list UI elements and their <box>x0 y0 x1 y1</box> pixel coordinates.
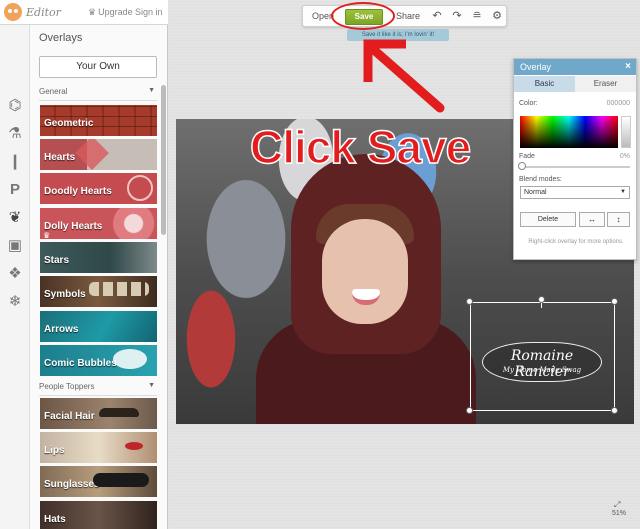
logo[interactable]: Editor <box>4 3 61 21</box>
zoom-icon[interactable]: ⤢ <box>614 500 620 510</box>
tab-basic[interactable]: Basic <box>514 76 575 92</box>
flask-icon[interactable]: ⚗ <box>6 125 24 143</box>
annotation-circle <box>331 2 395 30</box>
upgrade-label: Upgrade <box>98 7 133 17</box>
overlay-tile-hats[interactable]: Hats <box>40 501 157 529</box>
chevron-down-icon: ▼ <box>148 87 155 94</box>
fade-slider-handle[interactable] <box>518 162 526 170</box>
section-label: General <box>39 87 68 96</box>
fade-slider-track[interactable] <box>522 166 630 168</box>
tile-label: Doodly Hearts <box>44 186 112 197</box>
dialog-header[interactable]: Overlay × <box>514 59 636 75</box>
fade-value: 0% <box>619 153 630 160</box>
layers-icon[interactable]: ≘ <box>470 9 484 22</box>
color-label: Color: <box>519 100 538 107</box>
annotation-arrow-icon <box>363 39 445 113</box>
overlay-dialog: Overlay × Basic Eraser Color: 000000 Fad… <box>513 58 637 260</box>
tile-label: Geometric <box>44 118 94 129</box>
overlay-tile-stars[interactable]: Stars <box>40 242 157 273</box>
overlay-tile-hearts[interactable]: Hearts <box>40 139 157 170</box>
grayscale-picker[interactable] <box>621 116 631 148</box>
frame-icon[interactable]: ▣ <box>6 237 24 255</box>
blend-mode-select[interactable]: Normal ▼ <box>520 186 630 199</box>
dialog-title: Overlay <box>520 62 552 72</box>
tile-label: Arrows <box>44 324 79 335</box>
tile-label: Dolly Hearts <box>44 221 103 232</box>
brush-icon[interactable]: ❙ <box>6 153 24 171</box>
tile-label: Comic Bubbles <box>44 358 117 369</box>
snowflake-icon[interactable]: ❄ <box>6 293 24 311</box>
your-own-button[interactable]: Your Own <box>39 56 157 78</box>
chevron-down-icon: ▼ <box>148 382 155 389</box>
flip-horizontal-button[interactable]: ↔ <box>579 212 605 227</box>
flip-vertical-button[interactable]: ↕ <box>607 212 630 227</box>
resize-handle-bottom-right[interactable] <box>611 407 618 414</box>
section-general[interactable]: General ▼ <box>39 87 157 101</box>
overlay-tile-dolly-hearts[interactable]: Dolly Hearts ♛ <box>40 208 157 239</box>
color-picker[interactable] <box>520 116 618 148</box>
share-button[interactable]: Share <box>396 11 420 21</box>
close-icon[interactable]: × <box>625 61 631 72</box>
overlay-tile-lips[interactable]: Lips <box>40 432 157 463</box>
flow-icon[interactable]: ⌬ <box>6 97 24 115</box>
color-hex-input[interactable]: 000000 <box>607 100 630 107</box>
resize-handle-top-left[interactable] <box>466 298 473 305</box>
tile-label: Facial Hair <box>44 411 95 422</box>
tile-label: Lips <box>44 445 65 456</box>
rotate-handle[interactable] <box>538 296 545 303</box>
resize-handle-top-right[interactable] <box>611 298 618 305</box>
gear-icon[interactable]: ⚙ <box>490 9 504 22</box>
tool-rail: ⌬ ⚗ ❙ P ❦ ▣ ❖ ❄ <box>0 25 30 529</box>
delete-button[interactable]: Delete <box>520 212 576 227</box>
chevron-down-icon: ▼ <box>620 189 626 195</box>
section-people-toppers[interactable]: People Toppers ▼ <box>39 382 157 396</box>
resize-handle-bottom-left[interactable] <box>466 407 473 414</box>
overlay-tile-doodly-hearts[interactable]: Doodly Hearts <box>40 173 157 204</box>
panel-scrollbar[interactable] <box>161 85 166 235</box>
photo-subject-face <box>322 219 408 324</box>
tile-label: Hearts <box>44 152 76 163</box>
overlay-tile-comic-bubbles[interactable]: Comic Bubbles <box>40 345 157 376</box>
overlay-tile-sunglasses[interactable]: Sunglasses <box>40 466 157 497</box>
tile-label: Symbols <box>44 289 86 300</box>
tab-eraser[interactable]: Eraser <box>575 76 636 92</box>
zoom-level[interactable]: 51% <box>612 510 626 517</box>
heart-icon <box>75 139 109 170</box>
overlay-tile-arrows[interactable]: Arrows <box>40 311 157 342</box>
overlays-panel: Overlays Your Own General ▼ Geometric He… <box>30 25 168 529</box>
tile-label: Stars <box>44 255 70 266</box>
tile-label: Sunglasses <box>44 479 100 490</box>
app-header: Editor ♛ Upgrade Sign in <box>0 0 168 25</box>
upgrade-link[interactable]: ♛ Upgrade <box>88 7 133 18</box>
section-label: People Toppers <box>39 382 95 391</box>
tile-label: Hats <box>44 514 66 525</box>
redo-icon[interactable]: ↷ <box>450 9 464 22</box>
fade-label: Fade <box>519 153 535 160</box>
overlay-tile-geometric[interactable]: Geometric <box>40 105 157 136</box>
undo-icon[interactable]: ↶ <box>430 9 444 22</box>
blend-mode-value: Normal <box>524 189 547 196</box>
annotation-text: Click Save <box>249 120 472 174</box>
overlays-icon[interactable]: ❦ <box>6 209 24 227</box>
overlay-tile-facial-hair[interactable]: Facial Hair <box>40 398 157 429</box>
crown-icon: ♛ <box>88 7 97 17</box>
dialog-hint: Right-click overlay for more options. <box>528 239 624 245</box>
blend-modes-label: Blend modes: <box>519 176 562 183</box>
monkey-logo-icon <box>4 3 22 21</box>
texture-icon[interactable]: ❖ <box>6 265 24 283</box>
text-p-icon[interactable]: P <box>6 181 24 199</box>
overlay-selection-box[interactable] <box>470 302 615 411</box>
overlay-tile-symbols[interactable]: Symbols <box>40 276 157 307</box>
logo-text: Editor <box>26 5 61 19</box>
panel-title: Overlays <box>39 32 83 44</box>
sign-in-link[interactable]: Sign in <box>135 7 163 17</box>
crown-icon: ♛ <box>43 231 51 239</box>
